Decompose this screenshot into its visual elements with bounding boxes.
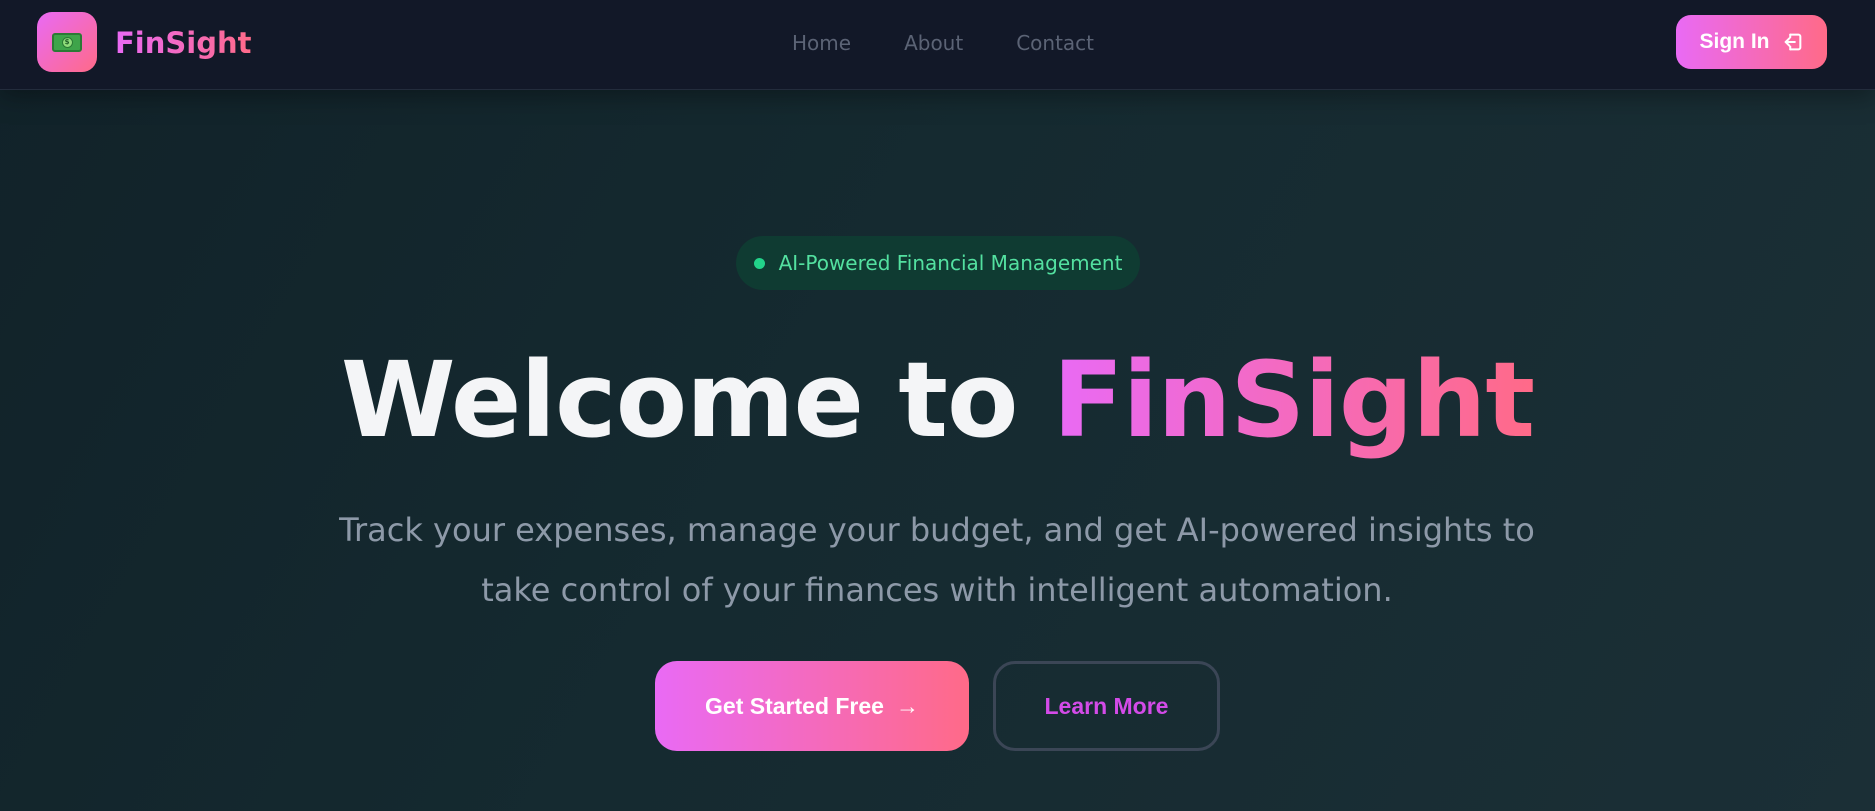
status-dot-icon <box>753 257 765 269</box>
nav-link-contact[interactable]: Contact <box>1016 26 1094 60</box>
hero-title: Welcome to FinSight <box>0 335 1875 465</box>
arrow-right-icon: → <box>895 692 919 719</box>
top-navbar: $ FinSight Home About Contact Sign In <box>0 0 1875 90</box>
logo-tile[interactable]: $ <box>37 12 97 72</box>
hero-title-accent: FinSight <box>1052 339 1535 461</box>
sign-in-label: Sign In <box>1699 30 1770 53</box>
sign-in-button[interactable]: Sign In <box>1676 15 1827 69</box>
money-bill-icon: $ <box>52 32 82 52</box>
hero-title-prefix: Welcome to <box>340 339 1053 461</box>
get-started-button[interactable]: Get Started Free → <box>655 661 969 751</box>
learn-more-button[interactable]: Learn More <box>993 661 1220 751</box>
hero-subtitle: Track your expenses, manage your budget,… <box>339 511 1535 609</box>
brand-name[interactable]: FinSight <box>115 22 252 64</box>
sign-in-icon <box>1784 33 1801 51</box>
get-started-label: Get Started Free <box>705 692 884 719</box>
landing-page: $ FinSight Home About Contact Sign In AI… <box>0 0 1875 811</box>
nav-links: Home About Contact <box>792 26 1094 60</box>
ai-badge: AI-Powered Financial Management <box>736 236 1140 290</box>
nav-link-about[interactable]: About <box>904 26 963 60</box>
nav-link-home[interactable]: Home <box>792 26 851 60</box>
badge-text: AI-Powered Financial Management <box>778 251 1123 275</box>
